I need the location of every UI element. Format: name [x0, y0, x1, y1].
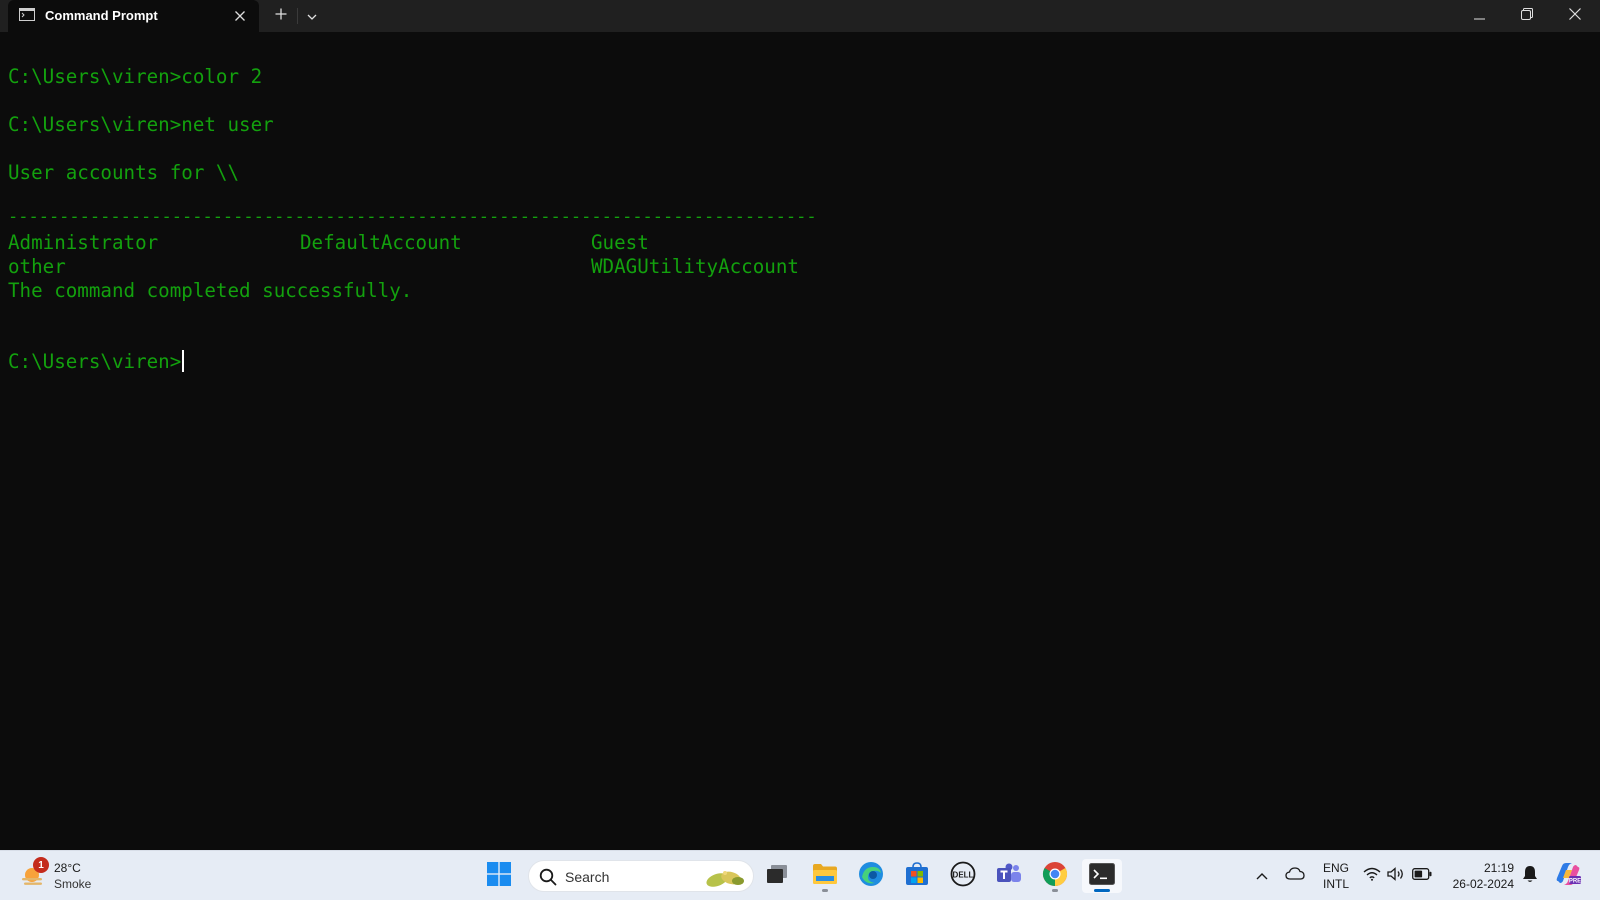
battery-button[interactable] [1411, 864, 1433, 888]
console-line-separator: ----------------------------------------… [8, 207, 817, 227]
tab-bar-divider [297, 8, 298, 24]
console-prompt-line[interactable]: C:\Users\viren> [8, 350, 185, 374]
text-cursor [182, 350, 185, 372]
teams-button[interactable] [991, 859, 1027, 893]
store-icon [905, 861, 929, 891]
weather-condition: Smoke [54, 877, 92, 891]
user-account-entry: Administrator [8, 231, 159, 254]
minimize-icon [1473, 7, 1485, 25]
close-window-button[interactable] [1552, 0, 1598, 32]
console-line-command: C:\Users\viren>color 2 [8, 65, 263, 88]
tab-close-icon[interactable] [230, 6, 250, 26]
tab-command-prompt[interactable]: Command Prompt [8, 0, 259, 32]
console-line-status: The command completed successfully. [8, 279, 413, 302]
windows-logo-icon [487, 861, 511, 891]
svg-text:DELL: DELL [953, 870, 974, 879]
taskbar-search-box[interactable]: Search [528, 860, 754, 892]
tab-dropdown-button[interactable] [299, 4, 325, 28]
plus-icon [275, 7, 287, 25]
dell-icon: DELL [950, 861, 976, 892]
edge-button[interactable] [853, 859, 889, 893]
console-output[interactable]: C:\Users\viren>color 2 C:\Users\viren>ne… [0, 32, 1600, 850]
active-indicator [1094, 889, 1110, 892]
user-account-entry: DefaultAccount [300, 231, 462, 254]
task-view-button[interactable] [759, 859, 795, 893]
user-account-entry: other [8, 255, 66, 278]
chevron-up-icon [1256, 867, 1268, 885]
notifications-button[interactable] [1519, 864, 1541, 888]
restore-button[interactable] [1504, 0, 1550, 32]
speaker-icon [1387, 866, 1405, 886]
search-icon [539, 868, 557, 886]
notification-badge: 1 [33, 857, 49, 873]
taskbar: 1 28°C Smoke Search DELL ENG INTL 21:19 … [0, 850, 1600, 900]
folder-icon [812, 863, 838, 890]
search-placeholder: Search [565, 869, 610, 885]
new-tab-button[interactable] [268, 4, 294, 28]
console-prompt: C:\Users\viren> [8, 350, 182, 373]
clock[interactable]: 21:19 26-02-2024 [1442, 860, 1514, 892]
task-view-icon [766, 864, 788, 889]
svg-text:PRE: PRE [1569, 878, 1581, 884]
teams-icon [996, 862, 1022, 891]
tab-title: Command Prompt [45, 8, 158, 23]
keyboard-layout: INTL [1322, 877, 1349, 891]
title-bar: Command Prompt [0, 0, 1600, 32]
search-highlight-icon [703, 865, 747, 889]
edge-icon [858, 861, 884, 892]
start-button[interactable] [481, 859, 517, 893]
minimize-button[interactable] [1456, 0, 1502, 32]
dell-button[interactable]: DELL [945, 859, 981, 893]
terminal-icon [19, 8, 35, 21]
battery-icon [1412, 867, 1432, 885]
user-account-entry: WDAGUtilityAccount [591, 255, 799, 278]
file-explorer-button[interactable] [807, 859, 843, 893]
show-hidden-icons-button[interactable] [1252, 864, 1272, 888]
copilot-icon: PRE [1554, 861, 1582, 892]
volume-button[interactable] [1386, 864, 1406, 888]
clock-date: 26-02-2024 [1452, 877, 1514, 891]
language-code: ENG [1322, 861, 1349, 875]
chrome-icon [1042, 861, 1068, 892]
onedrive-button[interactable] [1283, 864, 1307, 888]
clock-time: 21:19 [1483, 861, 1514, 875]
bell-icon [1522, 865, 1538, 888]
console-line-header: User accounts for \\ [8, 161, 240, 184]
weather-widget[interactable]: 1 28°C Smoke [18, 857, 118, 895]
console-line-command: C:\Users\viren>net user [8, 113, 274, 136]
running-indicator [822, 889, 828, 892]
chrome-button[interactable] [1037, 859, 1073, 893]
wifi-icon [1363, 867, 1381, 886]
close-icon [1569, 7, 1581, 25]
user-account-entry: Guest [591, 231, 649, 254]
microsoft-store-button[interactable] [899, 859, 935, 893]
cloud-icon [1285, 867, 1305, 885]
wifi-button[interactable] [1362, 864, 1382, 888]
weather-temperature: 28°C [54, 861, 81, 875]
language-indicator[interactable]: ENG INTL [1316, 860, 1356, 892]
running-indicator [1052, 889, 1058, 892]
terminal-icon [1089, 862, 1115, 890]
restore-icon [1521, 7, 1533, 25]
chevron-down-icon [307, 7, 317, 25]
copilot-button[interactable]: PRE [1553, 862, 1583, 890]
terminal-button[interactable] [1082, 859, 1122, 893]
